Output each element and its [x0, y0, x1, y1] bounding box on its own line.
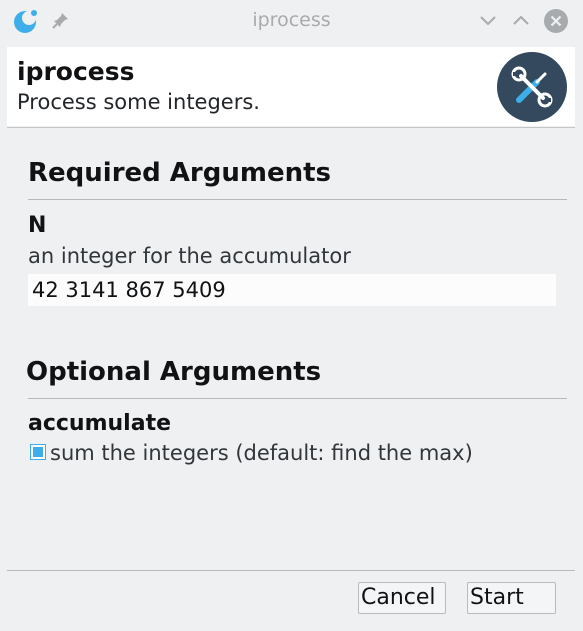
start-button[interactable]: Start	[467, 582, 556, 614]
accumulate-checkbox-label[interactable]: sum the integers (default: find the max)	[50, 441, 473, 465]
footer-divider	[7, 570, 575, 571]
program-description: Process some integers.	[17, 90, 260, 114]
program-title: iprocess	[17, 57, 135, 86]
header-divider	[7, 127, 575, 128]
required-section-title: Required Arguments	[28, 158, 332, 188]
title-bar: iprocess	[0, 0, 583, 42]
arg-n-input[interactable]	[28, 274, 556, 306]
optional-divider	[28, 398, 567, 399]
close-button[interactable]	[544, 9, 568, 33]
arg-accumulate-label: accumulate	[28, 411, 171, 436]
tools-icon	[497, 52, 567, 122]
cancel-button[interactable]: Cancel	[358, 582, 446, 614]
arg-n-help: an integer for the accumulator	[28, 244, 351, 268]
checkbox-checked-indicator	[33, 447, 43, 457]
header-panel: iprocess Process some integers.	[7, 47, 575, 126]
optional-section-title: Optional Arguments	[26, 357, 322, 387]
maximize-button[interactable]	[509, 9, 533, 33]
required-divider	[28, 199, 567, 200]
minimize-button[interactable]	[476, 9, 500, 33]
accumulate-checkbox[interactable]	[30, 444, 46, 460]
arg-n-label: N	[28, 213, 47, 238]
